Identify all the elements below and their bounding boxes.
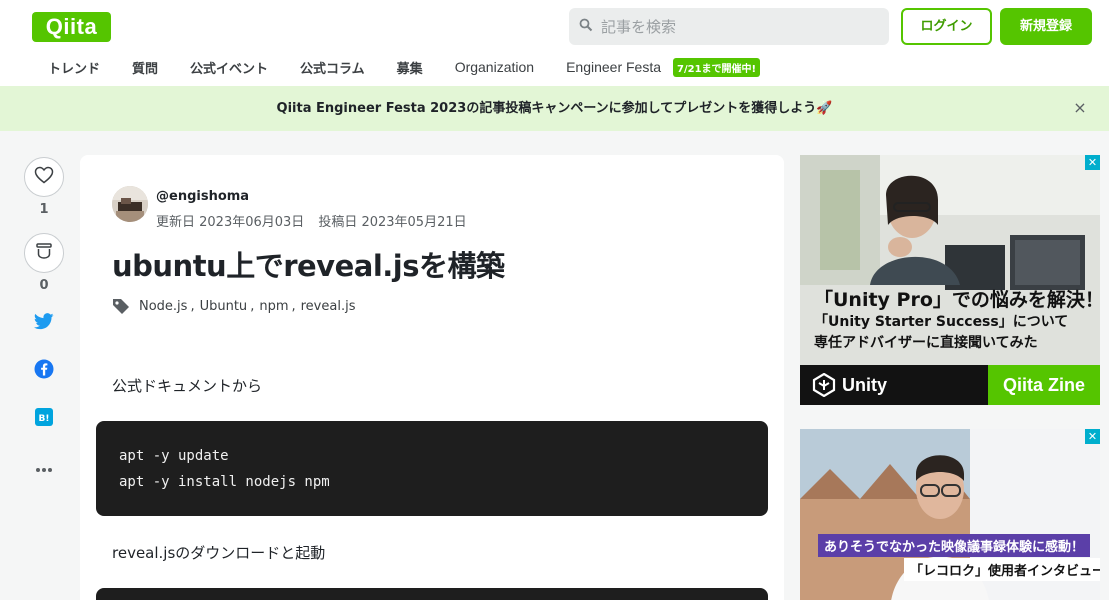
like-count: 1 — [39, 202, 49, 217]
unity-wordmark: Unity — [842, 374, 887, 395]
ad-caption: 「レコロク」使用者インタビュー — [904, 558, 1100, 581]
search-input[interactable] — [601, 17, 881, 36]
nav-item-trend[interactable]: トレンド — [48, 58, 100, 77]
tag-list: Node.js, Ubuntu, npm, reveal.js — [112, 298, 358, 314]
qiita-zine-logo: Qiita Zine — [988, 365, 1100, 405]
nav-item-questions[interactable]: 質問 — [132, 58, 158, 77]
unity-logo: Unity — [812, 373, 887, 397]
stock-icon — [35, 242, 53, 264]
ad-caption: ありそうでなかった映像議事録体験に感動！ — [818, 534, 1091, 557]
author-username[interactable]: @engishoma — [156, 189, 249, 204]
ad-headline: 「Unity Pro」での悩みを解決！ — [814, 289, 1100, 311]
tag-ubuntu[interactable]: Ubuntu — [200, 299, 248, 314]
like-button[interactable] — [24, 157, 64, 197]
tag-icon — [112, 298, 131, 314]
close-icon[interactable]: × — [1073, 99, 1087, 117]
article-card: @engishoma 更新日 2023年06月03日 投稿日 2023年05月21… — [80, 155, 784, 600]
nav-item-organization[interactable]: Organization — [455, 59, 534, 75]
more-icon — [35, 458, 53, 477]
ad-subline: 専任アドバイザーに直接聞いてみた — [814, 335, 1038, 351]
updated-date: 更新日 2023年06月03日 — [156, 215, 305, 230]
banner-text[interactable]: Qiita Engineer Festa 2023の記事投稿キャンペーンに参加し… — [277, 101, 833, 116]
nav-item-recruit[interactable]: 募集 — [397, 58, 423, 77]
ad-brand-bar: Unity Qiita Zine — [800, 365, 1100, 405]
svg-text:B!: B! — [39, 414, 50, 424]
stock-count: 0 — [39, 278, 49, 293]
user-avatar[interactable] — [112, 186, 148, 222]
search-box[interactable] — [569, 8, 889, 45]
twitter-icon — [33, 312, 54, 334]
tag-nodejs[interactable]: Node.js — [139, 299, 187, 314]
stock-button[interactable] — [24, 233, 64, 273]
more-options-button[interactable] — [24, 457, 64, 477]
ad-subline: 「Unity Starter Success」について — [814, 314, 1069, 330]
qiita-logo[interactable]: Qiita — [32, 12, 111, 42]
nav-item-engineer-festa[interactable]: Engineer Festa — [566, 59, 661, 75]
ad-unity-copy: 「Unity Pro」での悩みを解決！ 「Unity Starter Succe… — [814, 288, 1100, 354]
twitter-share-button[interactable] — [24, 312, 64, 334]
nav-item-official-columns[interactable]: 公式コラム — [300, 58, 365, 77]
main-nav: トレンド 質問 公式イベント 公式コラム 募集 Organization Eng… — [32, 54, 761, 80]
signup-button[interactable]: 新規登録 — [1000, 8, 1092, 45]
ad-choices-icon[interactable]: ✕ — [1085, 429, 1100, 444]
tag-revealjs[interactable]: reveal.js — [301, 299, 356, 314]
ad-choices-icon[interactable]: ✕ — [1085, 155, 1100, 170]
hatena-bookmark-icon: B! — [35, 408, 53, 430]
code-line: apt -y update — [119, 448, 229, 464]
facebook-icon — [34, 359, 54, 383]
festa-badge: 7/21まで開催中! — [673, 57, 761, 77]
code-block — [96, 588, 768, 600]
code-block: apt -y update apt -y install nodejs npm — [96, 421, 768, 516]
posted-date: 投稿日 2023年05月21日 — [318, 215, 467, 230]
paragraph: 公式ドキュメントから — [112, 377, 263, 395]
article-title: ubuntu上でreveal.jsを構築 — [112, 249, 505, 283]
article-actions: 1 0 B! — [24, 157, 64, 477]
ad-unity[interactable]: ✕ 「Unity Pro」での悩みを解決！ 「Unity Starter Suc… — [800, 155, 1100, 405]
heart-icon — [34, 166, 54, 188]
hatena-share-button[interactable]: B! — [24, 408, 64, 430]
campaign-banner: Qiita Engineer Festa 2023の記事投稿キャンペーンに参加し… — [0, 86, 1109, 131]
search-icon — [579, 17, 593, 36]
article-dates: 更新日 2023年06月03日 投稿日 2023年05月21日 — [156, 211, 467, 230]
nav-item-official-events[interactable]: 公式イベント — [190, 58, 268, 77]
tag-npm[interactable]: npm — [259, 299, 288, 314]
code-line: apt -y install nodejs npm — [119, 474, 330, 490]
login-button[interactable]: ログイン — [901, 8, 992, 45]
ad-rekoroku[interactable]: ✕ ありそうでなかった映像議事録体験に感動！ 「レコロク」使用者インタビュー — [800, 429, 1100, 600]
site-header: Qiita ログイン 新規登録 トレンド 質問 公式イベント 公式コラム 募集 … — [0, 0, 1109, 86]
paragraph: reveal.jsのダウンロードと起動 — [112, 544, 326, 562]
facebook-share-button[interactable] — [24, 359, 64, 383]
